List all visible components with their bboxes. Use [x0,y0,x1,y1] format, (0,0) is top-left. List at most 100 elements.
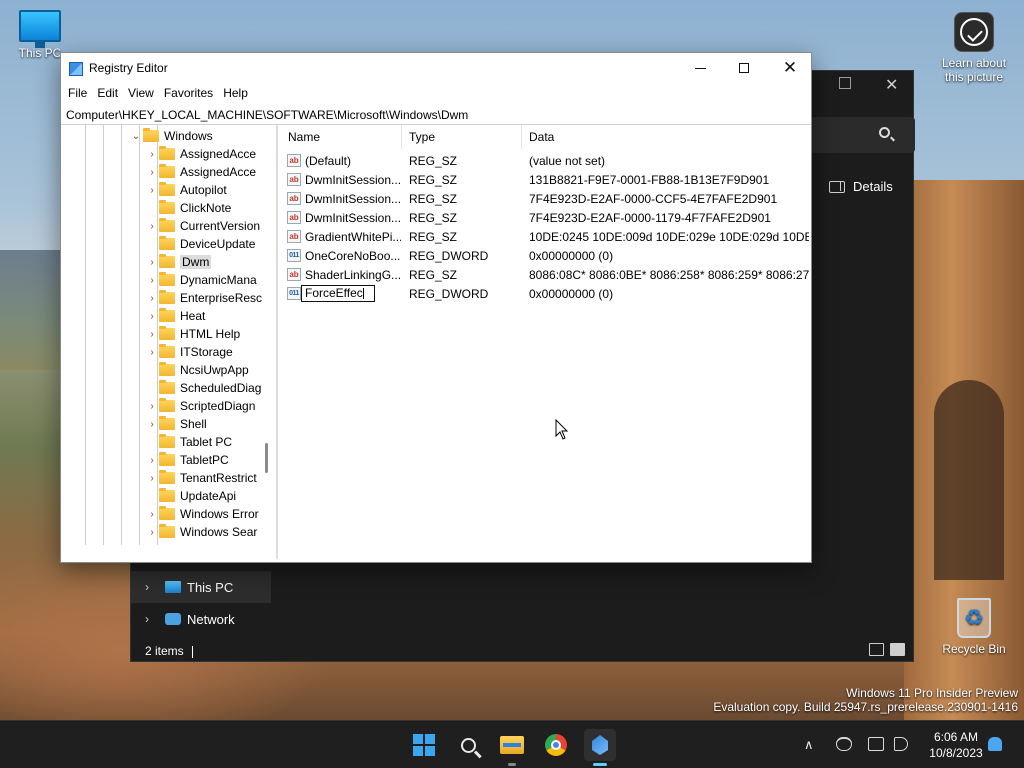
minimize-button[interactable] [677,53,723,83]
onedrive-offline-icon[interactable] [836,737,852,751]
taskbar-registry-editor[interactable] [584,729,616,766]
nav-item-network[interactable]: › Network [131,603,271,635]
value-name: DwmInitSession... [305,211,401,225]
chevron-down-icon[interactable]: ⌄ [129,131,143,142]
menu-file[interactable]: File [63,83,92,105]
tree-node[interactable]: › Windows Sear [145,523,257,541]
scrollbar-thumb[interactable] [265,443,268,473]
tree-node[interactable]: › ITStorage [145,343,233,361]
search-icon[interactable] [879,127,890,138]
tree-node[interactable]: DeviceUpdate [145,235,255,253]
tree-node[interactable]: Tablet PC [145,433,232,451]
value-row[interactable]: ab DwmInitSession... REG_SZ 7F4E923D-E2A… [281,189,811,208]
chevron-right-icon[interactable]: › [145,257,159,268]
tree-node[interactable]: › AssignedAcce [145,163,256,181]
tree-node[interactable]: › DynamicMana [145,271,257,289]
network-icon[interactable] [868,737,884,751]
menu-bar: File Edit View Favorites Help [61,83,811,105]
column-header-data[interactable]: Data [522,125,811,149]
value-row[interactable]: ab DwmInitSession... REG_SZ 7F4E923D-E2A… [281,208,811,227]
chevron-right-icon[interactable]: › [145,293,159,304]
value-row[interactable]: ab (Default) REG_SZ (value not set) [281,151,811,170]
column-header-type[interactable]: Type [402,125,522,149]
tree-node[interactable]: ScheduledDiag [145,379,261,397]
chevron-right-icon[interactable]: › [145,473,159,484]
tree-node[interactable]: › TabletPC [145,451,229,469]
tree-node-label: Windows [164,129,213,143]
show-hidden-icons-button[interactable]: ∧ [804,721,814,768]
value-name: ShaderLinkingG... [305,268,401,282]
title-bar[interactable]: Registry Editor ✕ [61,53,811,83]
tree-node[interactable]: ClickNote [145,199,231,217]
taskbar-chrome[interactable] [540,729,572,761]
chevron-right-icon[interactable]: › [145,612,165,626]
taskbar-search-button[interactable] [452,729,484,761]
nav-item-this-pc[interactable]: › This PC [131,571,271,603]
chevron-right-icon[interactable]: › [145,527,159,538]
string-value-icon: ab [287,268,301,281]
explorer-maximize-button[interactable] [839,77,851,89]
notification-bell-icon[interactable] [988,737,1002,751]
volume-muted-icon[interactable] [894,737,908,751]
explorer-close-button[interactable]: ✕ [885,75,898,95]
folder-icon [159,488,175,502]
start-button[interactable] [408,729,440,761]
tree-node[interactable]: › EnterpriseResc [145,289,262,307]
taskbar-file-explorer[interactable] [496,729,528,766]
tree-node-label: DynamicMana [180,273,257,287]
tree-node[interactable]: › Shell [145,415,207,433]
chevron-right-icon[interactable]: › [145,167,159,178]
folder-icon [159,470,175,484]
tree-node-windows[interactable]: ⌄ Windows [129,127,213,145]
chevron-right-icon[interactable]: › [145,401,159,412]
address-bar[interactable]: Computer\HKEY_LOCAL_MACHINE\SOFTWARE\Mic… [61,105,811,125]
details-pane-button[interactable]: Details [829,179,893,194]
tree-node[interactable]: › Heat [145,307,205,325]
tree-node[interactable]: NcsiUwpApp [145,361,249,379]
explorer-search-box[interactable] [811,117,915,153]
tree-node[interactable]: › Autopilot [145,181,227,199]
chevron-right-icon[interactable]: › [145,185,159,196]
details-view-icon[interactable] [869,643,884,656]
tree-vertical-scrollbar[interactable] [265,125,268,525]
tiles-view-icon[interactable] [890,643,905,656]
menu-edit[interactable]: Edit [92,83,123,105]
menu-help[interactable]: Help [218,83,253,105]
desktop-icon-learn-about-picture[interactable]: Learn about this picture [938,12,1010,84]
close-button[interactable]: ✕ [767,53,813,83]
value-data: 8086:08C* 8086:0BE* 8086:258* 8086:259* … [529,268,809,282]
tree-node[interactable]: UpdateApi [145,487,236,505]
menu-favorites[interactable]: Favorites [159,83,218,105]
chevron-right-icon[interactable]: › [145,329,159,340]
tree-node[interactable]: › HTML Help [145,325,240,343]
chevron-right-icon[interactable]: › [145,419,159,430]
value-row[interactable]: ab ShaderLinkingG... REG_SZ 8086:08C* 80… [281,265,811,284]
menu-view[interactable]: View [123,83,159,105]
registry-editor-icon [592,735,608,755]
tree-node[interactable]: › TenantRestrict [145,469,257,487]
tree-node[interactable]: › AssignedAcce [145,145,256,163]
chevron-right-icon[interactable]: › [145,509,159,520]
chevron-right-icon[interactable]: › [145,580,165,594]
chevron-right-icon[interactable]: › [145,149,159,160]
value-row[interactable]: 011 OneCoreNoBoo... REG_DWORD 0x00000000… [281,246,811,265]
tree-node[interactable]: › CurrentVersion [145,217,260,235]
clock[interactable]: 6:06 AM 10/8/2023 [922,729,990,761]
value-row[interactable]: ab DwmInitSession... REG_SZ 131B8821-F9E… [281,170,811,189]
chevron-right-icon[interactable]: › [145,311,159,322]
column-header-name[interactable]: Name [281,125,402,149]
tree-node[interactable]: › Windows Error [145,505,259,523]
windows-watermark: Windows 11 Pro Insider Preview Evaluatio… [713,686,1018,714]
tree-node[interactable]: › ScriptedDiagn [145,397,255,415]
rename-input[interactable]: ForceEffec [301,285,375,302]
chevron-right-icon[interactable]: › [145,455,159,466]
maximize-button[interactable] [721,53,767,83]
value-row[interactable]: ab GradientWhitePi... REG_SZ 10DE:0245 1… [281,227,811,246]
registry-editor-window: Registry Editor ✕ File Edit View Favorit… [60,52,812,563]
chevron-right-icon[interactable]: › [145,347,159,358]
desktop-icon-recycle-bin[interactable]: ♻ Recycle Bin [938,598,1010,656]
value-row-renaming[interactable]: 011 ForceEffec REG_DWORD 0x00000000 (0) [281,284,811,303]
chevron-right-icon[interactable]: › [145,275,159,286]
tree-node-dwm-selected[interactable]: › Dwm [145,253,212,271]
chevron-right-icon[interactable]: › [145,221,159,232]
